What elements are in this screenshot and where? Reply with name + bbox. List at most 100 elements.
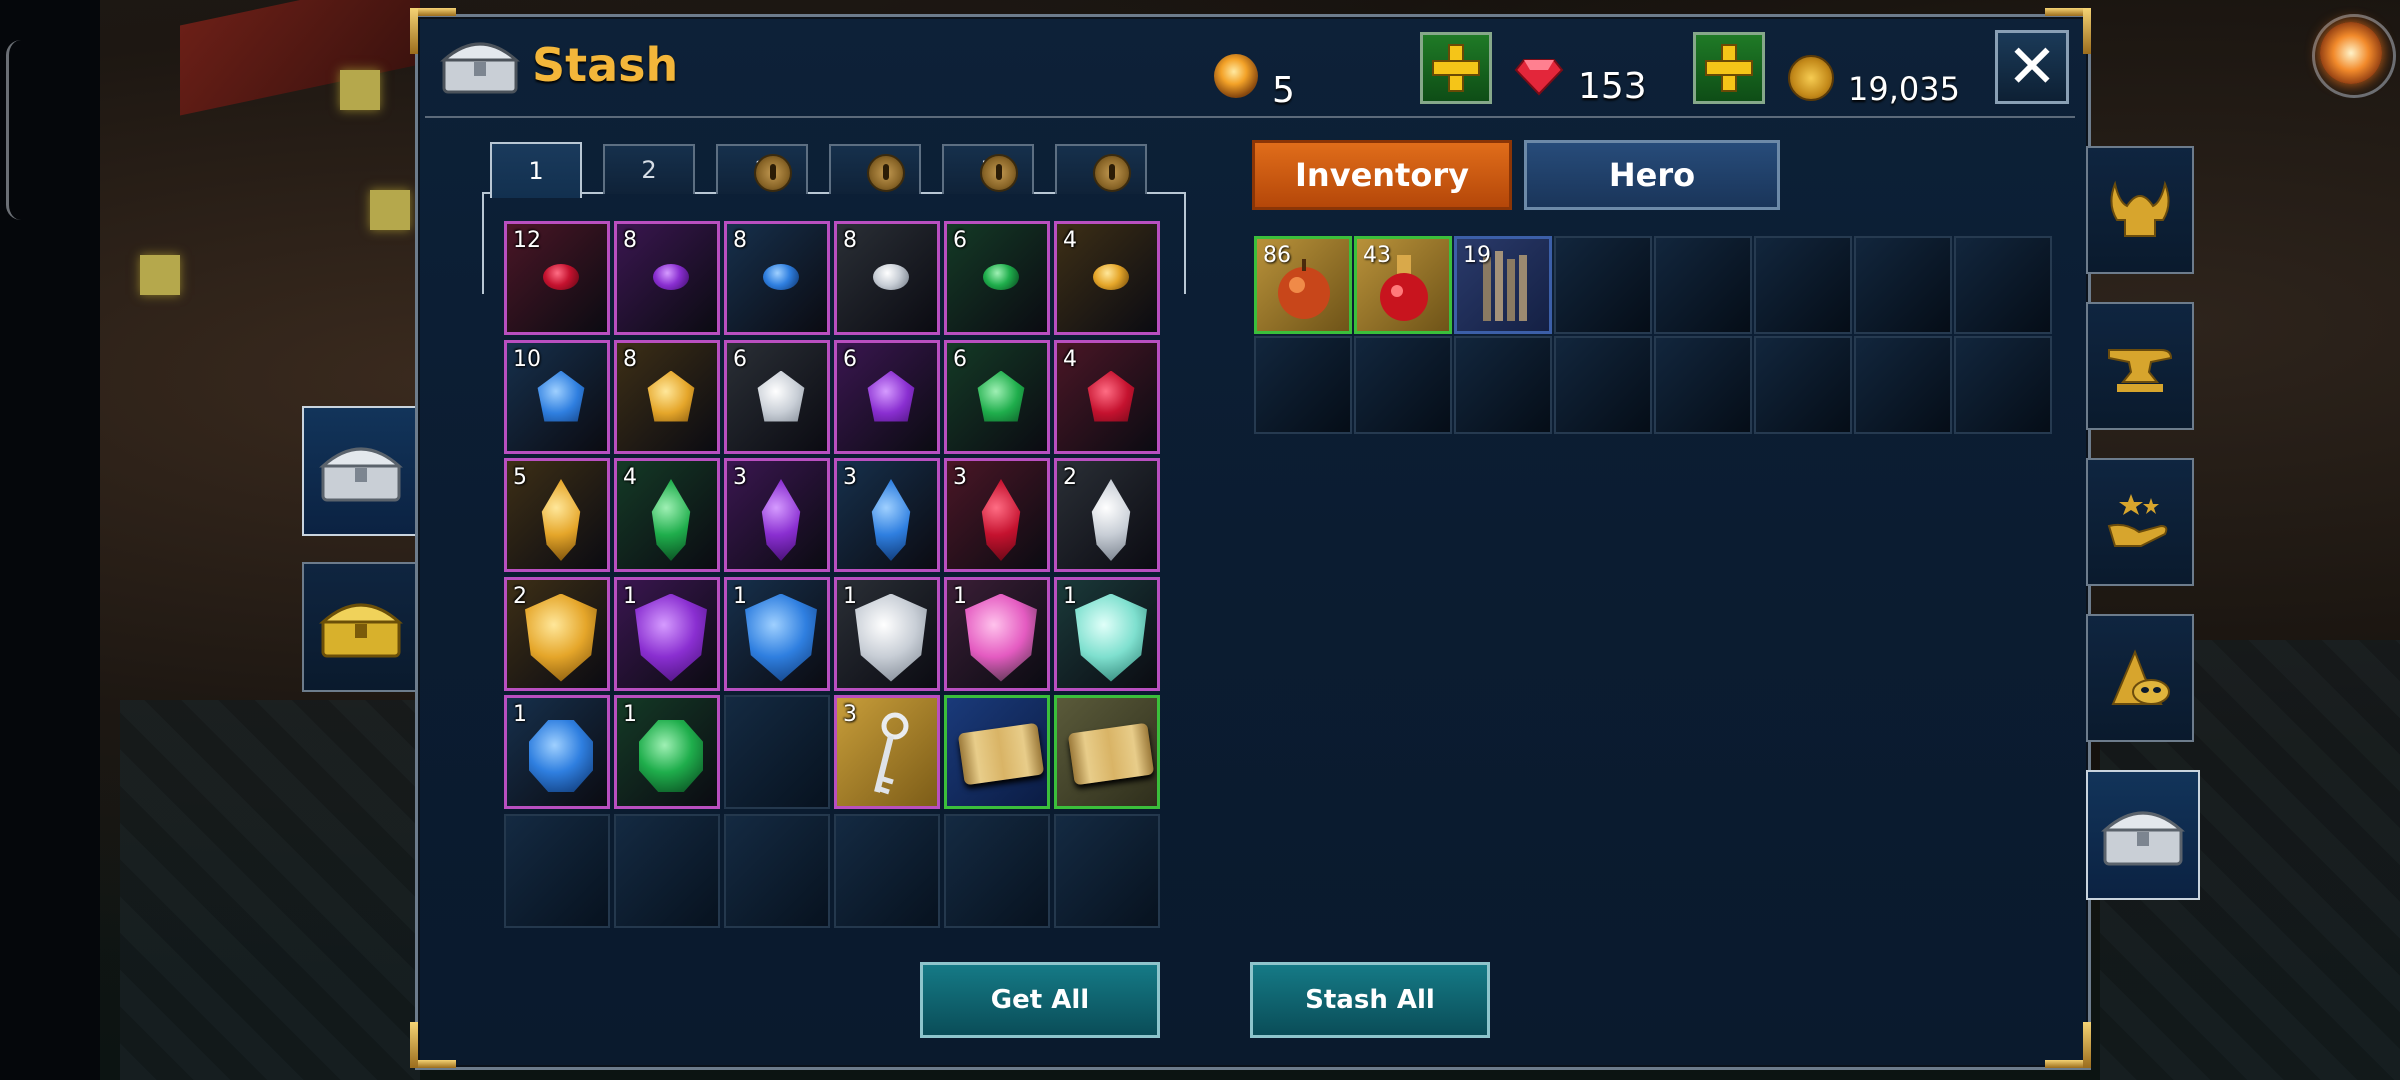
- side-tab-skills[interactable]: [2086, 458, 2194, 586]
- side-tab-stash-silver[interactable]: [302, 406, 420, 536]
- stash-page-tab-5[interactable]: 5: [942, 144, 1034, 194]
- inventory-slot[interactable]: [1654, 336, 1752, 434]
- stash-slot[interactable]: [614, 813, 720, 928]
- buy-gold-button[interactable]: [1693, 32, 1765, 104]
- inventory-slot[interactable]: [1954, 336, 2052, 434]
- item-quantity: 5: [513, 465, 527, 490]
- stash-slot[interactable]: 6: [944, 221, 1050, 335]
- stash-slot[interactable]: 1: [944, 576, 1050, 691]
- stash-slot[interactable]: [724, 695, 830, 809]
- stash-slot[interactable]: 8: [614, 221, 720, 335]
- sapphire-icon: [763, 264, 799, 290]
- lock-icon: [867, 154, 905, 192]
- stash-slot[interactable]: 1: [724, 576, 830, 691]
- stash-slot[interactable]: 3: [834, 695, 940, 809]
- stash-slot[interactable]: 8: [614, 339, 720, 454]
- stash-slot[interactable]: 3: [834, 458, 940, 572]
- sapphire-icon: [537, 370, 585, 422]
- stash-slot[interactable]: 4: [614, 458, 720, 572]
- stash-all-button[interactable]: Stash All: [1250, 962, 1490, 1038]
- inventory-slot[interactable]: [1454, 336, 1552, 434]
- stars-hand-icon: [2107, 494, 2168, 547]
- stash-page-tab-6[interactable]: 6: [1055, 144, 1147, 194]
- tab-hero[interactable]: Hero: [1524, 140, 1780, 210]
- stash-slot[interactable]: [834, 813, 940, 928]
- inventory-slot[interactable]: [1654, 236, 1752, 334]
- inventory-slot[interactable]: [1854, 236, 1952, 334]
- inventory-slot[interactable]: [1754, 336, 1852, 434]
- diamond-icon: [1091, 479, 1131, 561]
- topaz-icon: [647, 370, 695, 422]
- stash-slot[interactable]: 1: [1054, 576, 1160, 691]
- item-quantity: 3: [953, 465, 967, 490]
- stash-slot[interactable]: 10: [504, 339, 610, 454]
- stash-slot[interactable]: 1: [614, 695, 720, 809]
- item-quantity: 8: [843, 228, 857, 253]
- item-quantity: 86: [1263, 243, 1291, 268]
- stash-slot[interactable]: 5: [504, 458, 610, 572]
- stash-slot[interactable]: [1054, 695, 1160, 809]
- inventory-slot[interactable]: [1854, 336, 1952, 434]
- panel-corner-ornament: [2045, 1022, 2091, 1068]
- stash-slot[interactable]: 4: [1054, 221, 1160, 335]
- inventory-slot[interactable]: [1954, 236, 2052, 334]
- stash-slot[interactable]: 1: [834, 576, 940, 691]
- tab-inventory[interactable]: Inventory: [1252, 140, 1512, 210]
- emerald-icon: [977, 370, 1025, 422]
- stash-slot[interactable]: 3: [724, 458, 830, 572]
- stash-slot[interactable]: [944, 813, 1050, 928]
- close-button[interactable]: ✕: [1995, 30, 2069, 104]
- panel-corner-ornament: [410, 1022, 456, 1068]
- inventory-slot[interactable]: [1554, 236, 1652, 334]
- inventory-slot[interactable]: [1754, 236, 1852, 334]
- house-window: [340, 70, 380, 110]
- stash-slot[interactable]: 1: [614, 576, 720, 691]
- stash-slot[interactable]: 2: [504, 576, 610, 691]
- stash-slot[interactable]: [504, 813, 610, 928]
- inventory-slot[interactable]: [1254, 336, 1352, 434]
- stash-slot[interactable]: 12: [504, 221, 610, 335]
- buy-gems-button[interactable]: [1420, 32, 1492, 104]
- get-all-button[interactable]: Get All: [920, 962, 1160, 1038]
- stash-page-tab-3[interactable]: 3: [716, 144, 808, 194]
- item-quantity: 43: [1363, 243, 1391, 268]
- gem-currency: 153: [1514, 44, 1647, 107]
- side-tab-stash[interactable]: [2086, 770, 2200, 900]
- gem-count: 153: [1578, 66, 1647, 107]
- cobblestone-ground: [120, 700, 420, 1080]
- stash-page-tab-4[interactable]: 4: [829, 144, 921, 194]
- amethyst-icon: [635, 593, 707, 682]
- stash-slot[interactable]: [944, 695, 1050, 809]
- stash-slot[interactable]: 8: [724, 221, 830, 335]
- stash-slot[interactable]: 6: [724, 339, 830, 454]
- menu-orb-icon[interactable]: [2320, 22, 2382, 84]
- side-tab-equipment[interactable]: [2086, 146, 2194, 274]
- stash-page-tab-1[interactable]: 1: [490, 142, 582, 198]
- stash-slot[interactable]: 4: [1054, 339, 1160, 454]
- stash-slot[interactable]: 6: [834, 339, 940, 454]
- stash-slot[interactable]: 3: [944, 458, 1050, 572]
- side-tab-stash-gold[interactable]: [302, 562, 420, 692]
- inventory-slot[interactable]: 19: [1454, 236, 1552, 334]
- stash-page-tab-label: 1: [528, 157, 544, 185]
- inventory-slot[interactable]: 86: [1254, 236, 1352, 334]
- item-quantity: 8: [733, 228, 747, 253]
- item-quantity: 8: [623, 228, 637, 253]
- stash-slot[interactable]: 1: [504, 695, 610, 809]
- item-quantity: 6: [733, 346, 747, 372]
- side-tab-forge[interactable]: [2086, 302, 2194, 430]
- side-tab-heroes[interactable]: [2086, 614, 2194, 742]
- stash-slot[interactable]: [1054, 813, 1160, 928]
- stash-page-tab-2[interactable]: 2: [603, 144, 695, 194]
- inventory-slot[interactable]: [1354, 336, 1452, 434]
- header-divider: [425, 116, 2075, 118]
- inventory-slot[interactable]: [1554, 336, 1652, 434]
- stash-slot[interactable]: 6: [944, 339, 1050, 454]
- stash-slot[interactable]: 2: [1054, 458, 1160, 572]
- stash-slot[interactable]: [724, 813, 830, 928]
- item-quantity: 2: [513, 583, 527, 609]
- item-quantity: 4: [1063, 346, 1077, 372]
- sapphire-icon: [529, 720, 593, 792]
- inventory-slot[interactable]: 43: [1354, 236, 1452, 334]
- stash-slot[interactable]: 8: [834, 221, 940, 335]
